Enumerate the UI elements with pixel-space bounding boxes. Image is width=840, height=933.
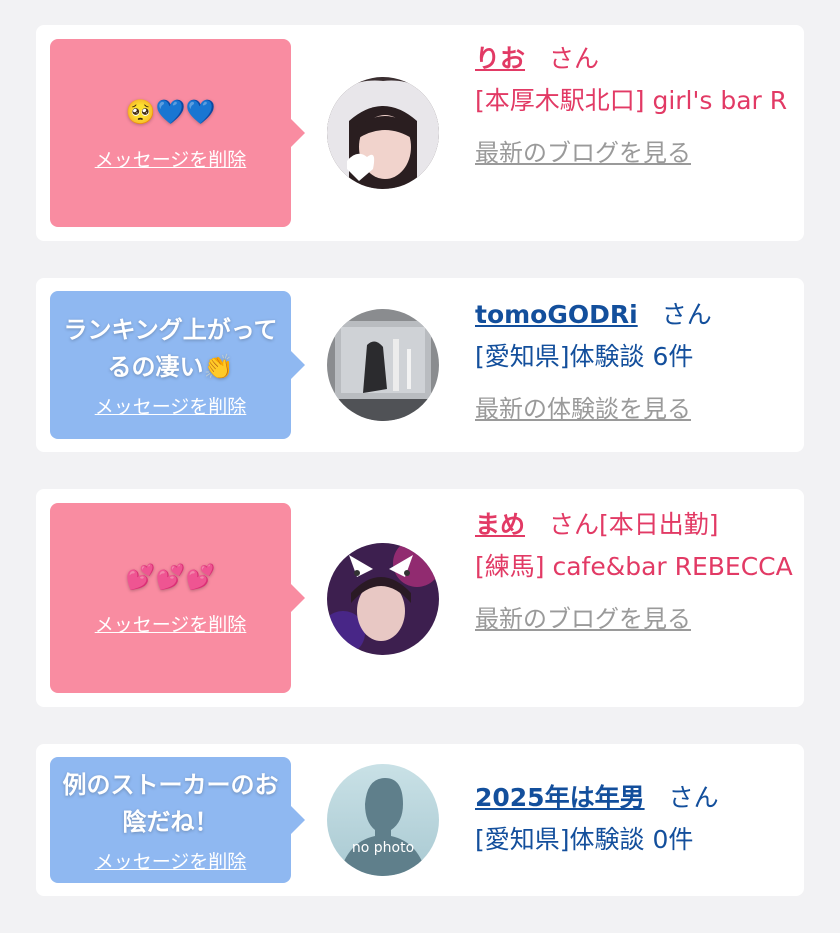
profile-info: りお さん [本厚木駅北口] girl's bar R 最新のブログを見る [475, 39, 795, 168]
latest-report-link[interactable]: 最新の体験談を見る [475, 389, 795, 424]
profile-name-link[interactable]: 2025年は年男 [475, 778, 645, 814]
delete-message-link[interactable]: メッセージを削除 [95, 847, 247, 874]
shop-info: [愛知県]体験談 0件 [475, 825, 694, 854]
today-working-badge: [本日出勤] [599, 510, 719, 539]
message-bubble: 🥺💙💙 メッセージを削除 [50, 39, 305, 227]
shop-info: [本厚木駅北口] girl's bar R [475, 86, 788, 115]
profile-info: tomoGODRi さん [愛知県]体験談 6件 最新の体験談を見る [475, 295, 795, 424]
profile-name-link[interactable]: りお [475, 39, 525, 75]
no-photo-label: no photo [352, 840, 414, 856]
latest-blog-link[interactable]: 最新のブログを見る [475, 133, 795, 168]
profile-info: 2025年は年男 さん [愛知県]体験談 0件 [475, 778, 795, 862]
message-text: 🥺💙💙 [125, 98, 216, 126]
honorific: さん [549, 44, 600, 73]
no-photo-avatar[interactable]: no photo [327, 764, 439, 876]
avatar[interactable] [327, 309, 439, 421]
shop-info: [練馬] cafe&bar REBECCA [475, 552, 793, 581]
message-bubble: 💕💕💕 メッセージを削除 [50, 503, 305, 693]
delete-message-link[interactable]: メッセージを削除 [95, 145, 247, 172]
honorific: さん [668, 783, 719, 812]
message-card: 例のストーカーのお陰だね！ メッセージを削除 no photo 2025年は年男… [36, 744, 804, 896]
message-text: 例のストーカーのお陰だね！ [62, 770, 279, 836]
honorific: さん [661, 300, 712, 329]
avatar[interactable] [327, 77, 439, 189]
message-card: 💕💕💕 メッセージを削除 まめ さん [本日出勤] [練馬] cafe&bar … [36, 489, 804, 707]
avatar[interactable] [327, 543, 439, 655]
message-card: ランキング上がってるの凄い👏 メッセージを削除 tomoGODRi さん [愛知… [36, 278, 804, 452]
delete-message-link[interactable]: メッセージを削除 [95, 392, 247, 419]
message-text: ランキング上がってるの凄い👏 [63, 315, 278, 381]
message-bubble: 例のストーカーのお陰だね！ メッセージを削除 [50, 757, 305, 883]
message-card: 🥺💙💙 メッセージを削除 りお さん [本厚木駅北口] girl's bar R… [36, 25, 804, 241]
latest-blog-link[interactable]: 最新のブログを見る [475, 599, 795, 634]
honorific: さん [549, 510, 600, 539]
profile-name-link[interactable]: tomoGODRi [475, 300, 638, 329]
delete-message-link[interactable]: メッセージを削除 [95, 610, 247, 637]
shop-info: [愛知県]体験談 6件 [475, 342, 694, 371]
message-bubble: ランキング上がってるの凄い👏 メッセージを削除 [50, 291, 305, 439]
profile-name-link[interactable]: まめ [475, 505, 525, 541]
profile-info: まめ さん [本日出勤] [練馬] cafe&bar REBECCA 最新のブロ… [475, 505, 795, 634]
message-text: 💕💕💕 [125, 563, 216, 591]
